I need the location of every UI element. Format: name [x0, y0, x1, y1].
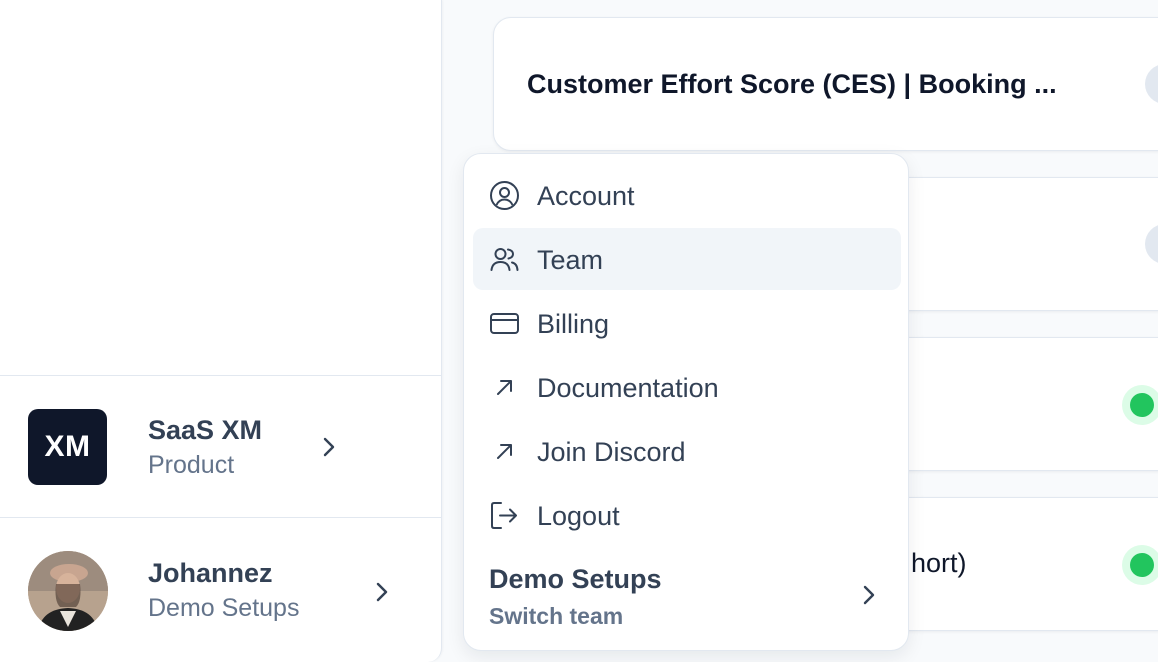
- app-page: Customer Effort Score (CES) | Booking ..…: [0, 0, 1158, 662]
- menu-item-join-discord[interactable]: Join Discord: [473, 420, 901, 482]
- menu-item-billing[interactable]: Billing: [473, 292, 901, 354]
- chevron-right-icon: [858, 584, 880, 606]
- arrow-up-right-icon: [489, 436, 520, 467]
- environment-switcher[interactable]: XM SaaS XM Product: [0, 375, 442, 517]
- credit-card-icon: [489, 308, 520, 339]
- logout-icon: [489, 500, 520, 531]
- survey-card-title: hort): [911, 548, 967, 578]
- chevron-right-icon: [371, 581, 393, 603]
- switch-team-label: Switch team: [489, 603, 624, 629]
- menu-item-logout[interactable]: Logout: [473, 484, 901, 546]
- active-status-dot: [1130, 553, 1154, 577]
- menu-item-label: Team: [537, 245, 604, 275]
- survey-card-title: Customer Effort Score (CES) | Booking ..…: [527, 69, 1057, 99]
- survey-status-indicator: [1145, 224, 1158, 264]
- survey-card[interactable]: Customer Effort Score (CES) | Booking ..…: [493, 17, 1158, 151]
- environment-logo: XM: [28, 409, 107, 485]
- user-circle-icon: [489, 180, 520, 211]
- menu-item-account[interactable]: Account: [473, 164, 901, 226]
- team-switcher[interactable]: Demo Setups Switch team: [473, 554, 901, 636]
- chevron-right-icon: [318, 436, 340, 458]
- menu-item-label: Logout: [537, 501, 620, 531]
- user-name: Johannez: [148, 558, 273, 588]
- environment-name: SaaS XM: [148, 415, 263, 445]
- menu-item-label: Join Discord: [537, 437, 686, 467]
- sidebar: XM SaaS XM Product Johannez Demo Setups: [0, 0, 442, 662]
- user-team: Demo Setups: [148, 594, 300, 622]
- menu-item-label: Documentation: [537, 373, 719, 403]
- users-icon: [489, 244, 520, 275]
- menu-item-documentation[interactable]: Documentation: [473, 356, 901, 418]
- current-team-name: Demo Setups: [489, 564, 662, 594]
- survey-status-indicator: [1122, 385, 1158, 425]
- survey-status-indicator: [1145, 64, 1158, 104]
- user-dropdown-menu: Account Team Billing Documentation Join …: [463, 153, 909, 651]
- active-status-dot: [1130, 393, 1154, 417]
- menu-item-label: Account: [537, 181, 635, 211]
- environment-type: Product: [148, 451, 235, 479]
- menu-item-team[interactable]: Team: [473, 228, 901, 290]
- menu-item-label: Billing: [537, 309, 610, 339]
- user-menu-trigger[interactable]: Johannez Demo Setups: [0, 517, 442, 662]
- avatar: [28, 551, 108, 631]
- arrow-up-right-icon: [489, 372, 520, 403]
- survey-status-indicator: [1122, 545, 1158, 585]
